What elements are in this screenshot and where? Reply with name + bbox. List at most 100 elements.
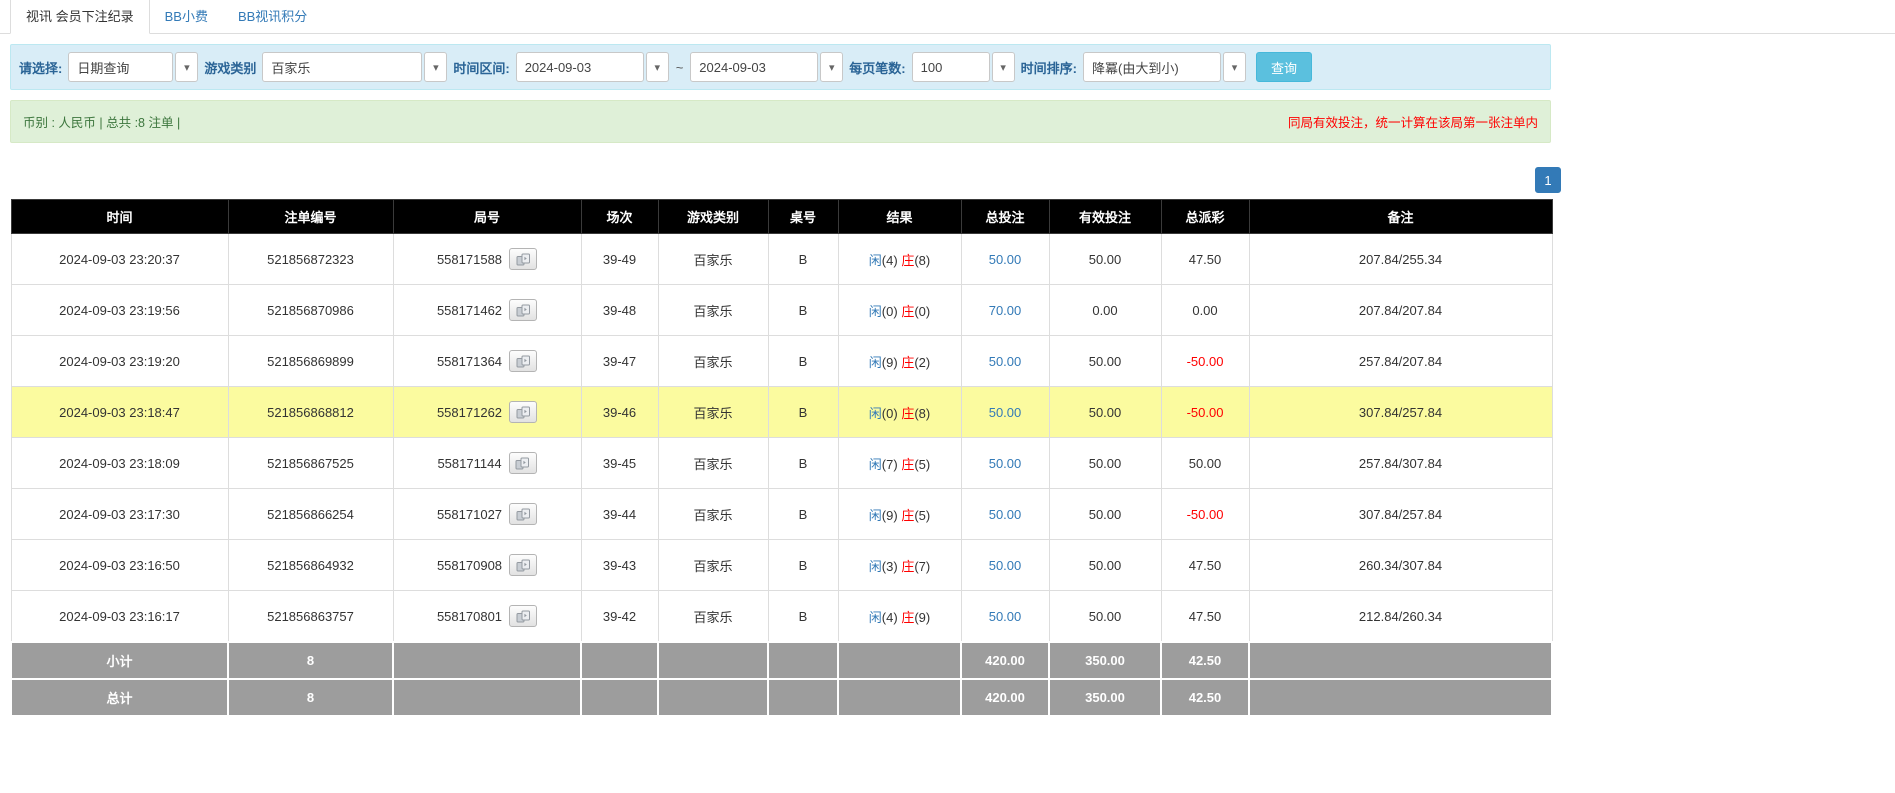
player-score: (7) bbox=[882, 457, 898, 472]
chevron-down-icon[interactable]: ▾ bbox=[646, 52, 669, 82]
cards-icon bbox=[516, 253, 531, 266]
table-no-cell: B bbox=[768, 489, 838, 540]
valid-bet-cell: 0.00 bbox=[1049, 285, 1161, 336]
total-row: 总计8420.00350.0042.50 bbox=[11, 679, 1552, 716]
view-round-button[interactable] bbox=[509, 503, 537, 525]
view-round-button[interactable] bbox=[509, 554, 537, 576]
note-cell: 207.84/207.84 bbox=[1249, 285, 1552, 336]
query-type-select[interactable]: 日期查询 ▾ bbox=[68, 52, 198, 82]
sort-order-select[interactable]: 降冪(由大到小) ▾ bbox=[1083, 52, 1246, 82]
view-round-button[interactable] bbox=[509, 248, 537, 270]
sort-order-label: 时间排序: bbox=[1021, 58, 1077, 77]
date-to-input[interactable]: 2024-09-03 ▾ bbox=[690, 52, 843, 82]
chevron-down-icon[interactable]: ▾ bbox=[820, 52, 843, 82]
round-id: 558171027 bbox=[437, 507, 502, 522]
table-row: 2024-09-03 23:16:17521856863757558170801… bbox=[11, 591, 1552, 643]
round-cell: 558170908 bbox=[393, 540, 581, 591]
total-bet-cell[interactable]: 50.00 bbox=[961, 234, 1049, 285]
total-bet-cell[interactable]: 50.00 bbox=[961, 489, 1049, 540]
chevron-down-icon[interactable]: ▾ bbox=[1223, 52, 1246, 82]
total-bet-cell[interactable]: 50.00 bbox=[961, 540, 1049, 591]
table-header-row: 时间注单编号局号场次游戏类别桌号结果总投注有效投注总派彩备注 bbox=[11, 200, 1552, 234]
page-1-button[interactable]: 1 bbox=[1535, 167, 1561, 193]
total-bet-link[interactable]: 50.00 bbox=[989, 252, 1022, 267]
view-round-button[interactable] bbox=[509, 299, 537, 321]
result-cell: 闲(0) 庄(0) bbox=[838, 285, 961, 336]
valid-bet-cell: 50.00 bbox=[1049, 591, 1161, 643]
game-type-cell: 百家乐 bbox=[658, 438, 768, 489]
total-bet-link[interactable]: 50.00 bbox=[989, 405, 1022, 420]
total-bet-cell[interactable]: 50.00 bbox=[961, 438, 1049, 489]
chevron-down-icon[interactable]: ▾ bbox=[992, 52, 1015, 82]
footer-label: 总计 bbox=[11, 679, 228, 716]
table-no-cell: B bbox=[768, 234, 838, 285]
tab-bb-tips[interactable]: BB小费 bbox=[150, 0, 223, 33]
cards-icon bbox=[516, 559, 531, 572]
time-range-label: 时间区间: bbox=[453, 58, 509, 77]
banker-score: (2) bbox=[914, 355, 930, 370]
banker-result: 庄 bbox=[901, 559, 914, 574]
total-bet-link[interactable]: 50.00 bbox=[989, 507, 1022, 522]
column-header-valid-bet: 有效投注 bbox=[1049, 200, 1161, 234]
table-row: 2024-09-03 23:20:37521856872323558171588… bbox=[11, 234, 1552, 285]
payout-value: -50.00 bbox=[1187, 507, 1224, 522]
chevron-down-icon[interactable]: ▾ bbox=[175, 52, 198, 82]
total-bet-cell[interactable]: 70.00 bbox=[961, 285, 1049, 336]
view-round-button[interactable] bbox=[509, 401, 537, 423]
valid-bet-cell: 50.00 bbox=[1049, 387, 1161, 438]
note-cell: 307.84/257.84 bbox=[1249, 387, 1552, 438]
total-bet-link[interactable]: 50.00 bbox=[989, 558, 1022, 573]
banker-score: (7) bbox=[914, 559, 930, 574]
view-round-button[interactable] bbox=[509, 452, 537, 474]
view-round-button[interactable] bbox=[509, 350, 537, 372]
total-bet-link[interactable]: 70.00 bbox=[989, 303, 1022, 318]
player-score: (0) bbox=[882, 304, 898, 319]
round-cell: 558171144 bbox=[393, 438, 581, 489]
total-bet-link[interactable]: 50.00 bbox=[989, 609, 1022, 624]
payout-cell: -50.00 bbox=[1161, 336, 1249, 387]
table-row: 2024-09-03 23:18:09521856867525558171144… bbox=[11, 438, 1552, 489]
banker-score: (8) bbox=[914, 253, 930, 268]
tab-bb-video-points[interactable]: BB视讯积分 bbox=[223, 0, 322, 33]
banker-score: (8) bbox=[914, 406, 930, 421]
cards-icon bbox=[515, 457, 530, 470]
valid-bet-cell: 50.00 bbox=[1049, 234, 1161, 285]
footer-empty-cell bbox=[1249, 679, 1552, 716]
round-id: 558171588 bbox=[437, 252, 502, 267]
round-id: 558171262 bbox=[437, 405, 502, 420]
payout-value: -50.00 bbox=[1187, 405, 1224, 420]
note-cell: 307.84/257.84 bbox=[1249, 489, 1552, 540]
total-bet-link[interactable]: 50.00 bbox=[989, 456, 1022, 471]
date-from-value: 2024-09-03 bbox=[516, 52, 644, 82]
column-header-time: 时间 bbox=[11, 200, 228, 234]
game-type-select[interactable]: 百家乐 ▾ bbox=[262, 52, 447, 82]
result-cell: 闲(3) 庄(7) bbox=[838, 540, 961, 591]
bet-id-cell: 521856864932 bbox=[228, 540, 393, 591]
session-cell: 39-46 bbox=[581, 387, 658, 438]
total-bet-link[interactable]: 50.00 bbox=[989, 354, 1022, 369]
banker-result: 庄 bbox=[901, 457, 914, 472]
round-id: 558170801 bbox=[437, 609, 502, 624]
search-button[interactable]: 查询 bbox=[1256, 52, 1312, 82]
date-from-input[interactable]: 2024-09-03 ▾ bbox=[516, 52, 669, 82]
per-page-label: 每页笔数: bbox=[849, 58, 905, 77]
payout-cell: 50.00 bbox=[1161, 438, 1249, 489]
total-bet-cell[interactable]: 50.00 bbox=[961, 387, 1049, 438]
time-cell: 2024-09-03 23:18:09 bbox=[11, 438, 228, 489]
footer-empty-cell bbox=[581, 642, 658, 679]
result-cell: 闲(7) 庄(5) bbox=[838, 438, 961, 489]
result-cell: 闲(4) 庄(8) bbox=[838, 234, 961, 285]
view-round-button[interactable] bbox=[509, 605, 537, 627]
chevron-down-icon[interactable]: ▾ bbox=[424, 52, 447, 82]
total-bet-cell[interactable]: 50.00 bbox=[961, 336, 1049, 387]
per-page-input[interactable]: 100 ▾ bbox=[912, 52, 1015, 82]
round-id: 558171144 bbox=[437, 456, 501, 471]
footer-empty-cell bbox=[393, 642, 581, 679]
note-cell: 260.34/307.84 bbox=[1249, 540, 1552, 591]
footer-count: 8 bbox=[228, 679, 393, 716]
footer-empty-cell bbox=[838, 679, 961, 716]
tab-video-bet-records[interactable]: 视讯 会员下注纪录 bbox=[10, 0, 150, 34]
table-no-cell: B bbox=[768, 336, 838, 387]
total-bet-cell[interactable]: 50.00 bbox=[961, 591, 1049, 643]
note-cell: 207.84/255.34 bbox=[1249, 234, 1552, 285]
